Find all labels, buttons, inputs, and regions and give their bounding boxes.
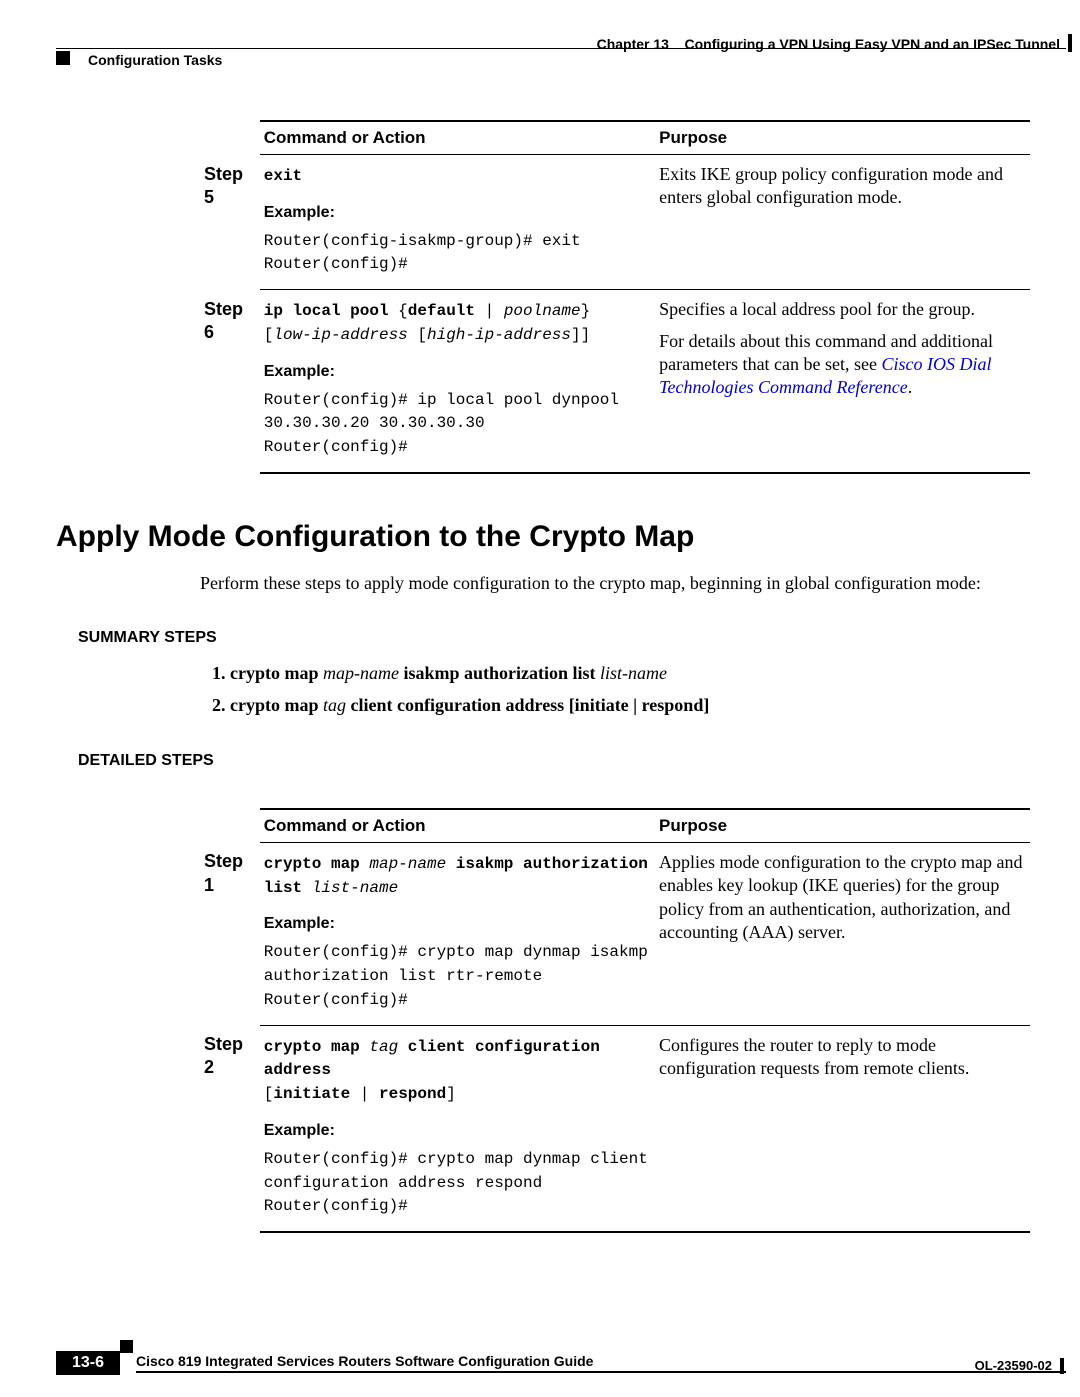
example-code: Router(config)# ip local pool dynpool 30…	[264, 391, 619, 457]
table-row: Step 5 exit Example: Router(config-isakm…	[200, 155, 1030, 290]
header-bar-icon	[1068, 34, 1072, 52]
footer-rule	[136, 1371, 1066, 1373]
page-footer: Cisco 819 Integrated Services Routers So…	[56, 1353, 1066, 1373]
table-header: Command or Action	[260, 121, 655, 155]
section-marker-icon	[56, 51, 70, 65]
example-label: Example:	[264, 362, 651, 383]
footer-doc-title: Cisco 819 Integrated Services Routers So…	[136, 1353, 1066, 1369]
table-header: Command or Action	[260, 809, 655, 843]
table-header: Purpose	[655, 121, 1030, 155]
steps-table-2: Command or Action Purpose Step 1 crypto …	[200, 808, 1030, 1233]
table-row: Step 1 crypto map map-name isakmp author…	[200, 842, 1030, 1025]
purpose-text: For details about this command and addit…	[659, 330, 1026, 400]
purpose-text: Applies mode configuration to the crypto…	[655, 842, 1030, 1025]
command-text: crypto map	[264, 1038, 370, 1056]
page-content: Command or Action Purpose Step 5 exit Ex…	[130, 120, 1030, 1233]
list-item: crypto map tag client configuration addr…	[230, 693, 1030, 718]
footer-bar-icon	[1060, 1358, 1064, 1374]
example-label: Example:	[264, 914, 651, 935]
section-name: Configuration Tasks	[88, 52, 222, 68]
detailed-steps-heading: DETAILED STEPS	[78, 752, 1030, 770]
table-header: Purpose	[655, 809, 1030, 843]
example-label: Example:	[264, 203, 651, 224]
command-text: exit	[264, 167, 302, 185]
example-code: Router(config)# crypto map dynmap client…	[264, 1150, 648, 1216]
purpose-text: Specifies a local address pool for the g…	[659, 298, 1026, 321]
section-heading: Apply Mode Configuration to the Crypto M…	[56, 520, 1030, 554]
table-row: Step 2 crypto map tag client configurati…	[200, 1025, 1030, 1232]
step-number: Step 1	[200, 842, 260, 1025]
command-text: crypto map	[264, 855, 370, 873]
chapter-label: Chapter 13	[597, 36, 669, 52]
chapter-title-text: Configuring a VPN Using Easy VPN and an …	[685, 36, 1060, 52]
step-number: Step 6	[200, 290, 260, 473]
step-number: Step 5	[200, 155, 260, 290]
summary-steps-heading: SUMMARY STEPS	[78, 629, 1030, 647]
command-text: ip local pool	[264, 302, 389, 320]
list-item: crypto map map-name isakmp authorization…	[230, 661, 1030, 686]
page-number-badge: 13-6	[56, 1351, 120, 1375]
intro-paragraph: Perform these steps to apply mode config…	[200, 572, 1030, 595]
header-rule	[56, 48, 1066, 49]
purpose-text: Exits IKE group policy configuration mod…	[655, 155, 1030, 290]
purpose-text: Configures the router to reply to mode c…	[655, 1025, 1030, 1232]
example-code: Router(config)# crypto map dynmap isakmp…	[264, 943, 648, 1009]
steps-table-1: Command or Action Purpose Step 5 exit Ex…	[200, 120, 1030, 474]
footer-doc-id: OL-23590-02	[975, 1358, 1052, 1373]
example-code: Router(config-isakmp-group)# exit Router…	[264, 232, 581, 274]
table-row: Step 6 ip local pool {default | poolname…	[200, 290, 1030, 473]
step-number: Step 2	[200, 1025, 260, 1232]
summary-list: crypto map map-name isakmp authorization…	[230, 661, 1030, 717]
example-label: Example:	[264, 1121, 651, 1142]
footer-marker-icon	[120, 1340, 133, 1353]
